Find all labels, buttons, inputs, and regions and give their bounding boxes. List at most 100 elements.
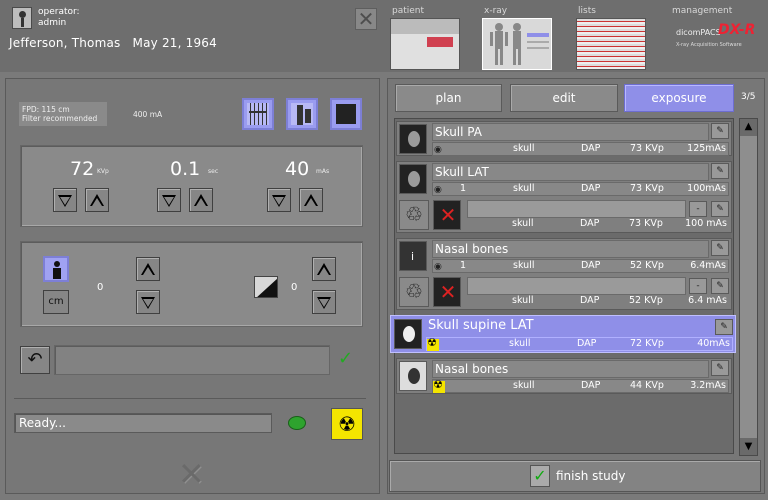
scrollbar-thumb[interactable]: [740, 136, 757, 438]
minus-button[interactable]: -: [689, 278, 707, 294]
eye-icon[interactable]: ◉: [434, 145, 444, 155]
kvp: 72 KVp: [630, 338, 664, 349]
cancel-icon[interactable]: ✕: [433, 200, 461, 230]
wedge-up-button[interactable]: [312, 257, 336, 281]
phantom-toggle-button[interactable]: [286, 98, 318, 130]
image-count: 1: [460, 183, 467, 194]
recycle-icon[interactable]: ♲: [399, 200, 429, 230]
edit-icon[interactable]: ✎: [715, 319, 733, 335]
fpd-distance: FPD: 115 cm: [22, 105, 70, 114]
edit-icon[interactable]: ✎: [711, 278, 729, 294]
xray-thumbnail: [482, 18, 552, 70]
finish-study-button[interactable]: ✓ finish study: [389, 460, 761, 492]
nasal-bones-thumbnail: i: [399, 241, 427, 271]
exposure-params: ◉ skull DAP 73 KVp 125mAs: [432, 142, 729, 156]
tab-plan[interactable]: plan: [395, 84, 502, 112]
recycle-icon[interactable]: ♲: [399, 277, 429, 307]
exposure-card[interactable]: Skull PA ✎ ◉ skull DAP 73 KVp 125mAs: [396, 121, 732, 156]
logo-dxr: DX-R: [718, 22, 756, 38]
exposure-card[interactable]: Nasal bones ✎ skull DAP 44 KVp 3.2mAs: [396, 358, 732, 394]
undo-icon[interactable]: ↶: [20, 346, 50, 374]
dap-label: DAP: [577, 338, 597, 349]
page-count: 3/5: [741, 92, 756, 102]
signature-check-icon[interactable]: ✓: [338, 348, 353, 369]
dap-label: DAP: [580, 295, 600, 306]
disabled-x-icon: ✕: [178, 455, 205, 493]
comment-field[interactable]: [54, 345, 330, 375]
sec-decrease-button[interactable]: [157, 188, 181, 212]
image-count: 1: [460, 260, 467, 271]
region: skull: [509, 338, 531, 349]
mas-unit: mAs: [316, 168, 330, 175]
edit-icon[interactable]: ✎: [711, 163, 729, 179]
position-value: 0: [97, 282, 104, 293]
eye-icon[interactable]: ◉: [434, 185, 444, 195]
dicompacs-logo: dicomPACS DX-R X-ray Acquisition Softwar…: [676, 22, 764, 52]
mas: 100mAs: [687, 183, 726, 194]
exposure-card[interactable]: Skull LAT ✎ ◉ 1 skull DAP 73 KVp 100mAs …: [396, 161, 732, 233]
mas-increase-button[interactable]: [299, 188, 323, 212]
collimator-icon: [336, 104, 356, 124]
tab-edit[interactable]: edit: [510, 84, 618, 112]
position-down-button[interactable]: [136, 290, 160, 314]
exposure-params: skull DAP 72 KVp 40mAs: [426, 336, 733, 351]
body-figure-icon: [490, 23, 549, 65]
exposure-card[interactable]: i Nasal bones ✎ ◉ 1 skull DAP 52 KVp 6.4…: [396, 238, 732, 310]
kv-decrease-button[interactable]: [53, 188, 77, 212]
nav-patient[interactable]: patient: [390, 6, 460, 70]
scroll-down-icon[interactable]: ▼: [740, 439, 757, 455]
wedge-value: 0: [291, 282, 298, 293]
exposure-card-selected[interactable]: Skull supine LAT ✎ skull DAP 72 KVp 40mA…: [390, 315, 736, 353]
filter-recommendation: Filter recommended: [22, 114, 98, 123]
region: skull: [513, 143, 535, 154]
skull-lat-thumbnail: [399, 164, 427, 194]
grid-icon: [247, 103, 269, 125]
region: skull: [513, 260, 535, 271]
wedge-down-button[interactable]: [312, 290, 336, 314]
edit-icon[interactable]: ✎: [711, 123, 729, 139]
region: skull: [513, 183, 535, 194]
grid-toggle-button[interactable]: [242, 98, 274, 130]
nav-xray[interactable]: x-ray: [482, 6, 552, 70]
edit-icon[interactable]: ✎: [711, 201, 729, 217]
tab-exposure[interactable]: exposure: [624, 84, 734, 112]
phantom-icon: [291, 103, 313, 125]
collimator-toggle-button[interactable]: [330, 98, 362, 130]
mas-value: 40: [285, 158, 310, 180]
skull-pa-thumbnail: [399, 124, 427, 154]
radiation-button[interactable]: ☢: [331, 408, 363, 440]
mas-decrease-button[interactable]: [267, 188, 291, 212]
ma-readout: 400 mA: [133, 110, 163, 119]
position-up-button[interactable]: [136, 257, 160, 281]
mas: 6.4 mAs: [688, 295, 727, 306]
scroll-up-icon[interactable]: ▲: [740, 119, 757, 135]
exposure-title: Nasal bones: [432, 240, 709, 258]
kvp: 73 KVp: [629, 218, 663, 229]
sub-exposure-field[interactable]: [467, 200, 686, 218]
mas: 6.4mAs: [690, 260, 726, 271]
edit-icon[interactable]: ✎: [711, 240, 729, 256]
exposure-params: skull DAP 44 KVp 3.2mAs: [432, 378, 729, 393]
sub-exposure-field[interactable]: [467, 277, 686, 295]
person-icon[interactable]: [43, 256, 69, 282]
nav-management-label[interactable]: management: [672, 6, 732, 16]
edit-icon[interactable]: ✎: [711, 360, 729, 376]
kvp: 44 KVp: [630, 380, 664, 391]
nav-patient-label: patient: [392, 6, 425, 16]
mas: 125mAs: [687, 143, 726, 154]
logo-subtitle: X-ray Acquisition Software: [676, 42, 742, 48]
check-icon: ✓: [530, 465, 550, 487]
dap-label: DAP: [581, 260, 601, 271]
minus-button[interactable]: -: [689, 201, 707, 217]
kv-increase-button[interactable]: [85, 188, 109, 212]
cm-button[interactable]: cm: [43, 290, 69, 314]
cancel-icon[interactable]: ✕: [433, 277, 461, 307]
logo-text: dicomPACS: [676, 28, 721, 37]
sec-increase-button[interactable]: [189, 188, 213, 212]
close-icon[interactable]: ✕: [355, 8, 377, 30]
wedge-icon[interactable]: [254, 276, 278, 298]
nav-lists[interactable]: lists: [576, 6, 646, 70]
operator-label: operator:: [38, 7, 80, 17]
eye-icon[interactable]: ◉: [434, 262, 444, 272]
lists-thumbnail: [576, 18, 646, 70]
